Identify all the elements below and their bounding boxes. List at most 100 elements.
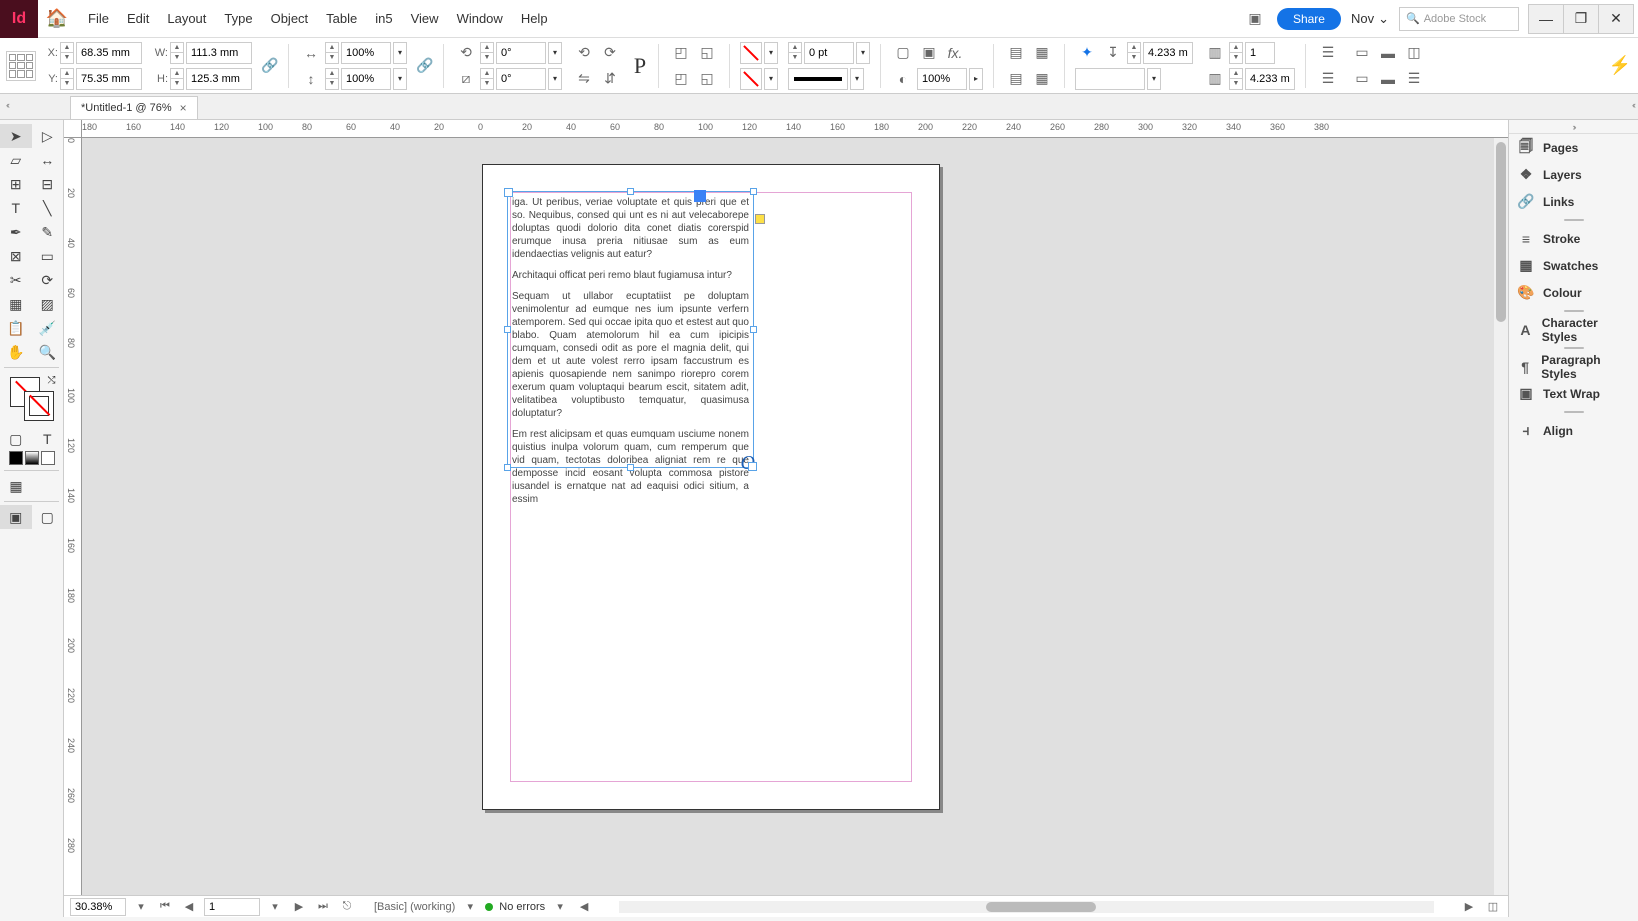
valign-top-icon[interactable]: ☰ [1316,41,1340,65]
first-page-icon[interactable]: ⏮ [156,900,174,913]
swap-fill-stroke-icon[interactable]: ⤭ [48,375,56,386]
vertical-ruler[interactable]: 020406080100120140160180200220240260280 [64,138,82,895]
collapse-left-icon[interactable]: ‹‹ [6,100,8,110]
text-frame[interactable]: iga. Ut peribus, veriae voluptate et qui… [507,191,754,468]
h-stepper[interactable]: ▲▼ [170,68,184,90]
columns-input[interactable] [1245,42,1275,64]
panel-text-wrap[interactable]: ▣Text Wrap [1509,380,1638,407]
y-input[interactable] [76,68,142,90]
frame-handle-tr[interactable] [750,188,757,195]
shear-input[interactable] [496,68,546,90]
rectangle-tool[interactable]: ▭ [32,244,64,268]
normal-view-icon[interactable]: ▣ [0,505,32,529]
flip-v-icon[interactable]: ⇵ [598,67,622,91]
pencil-tool[interactable]: ✎ [32,220,64,244]
rotate-ccw-icon[interactable]: ⟲ [572,41,596,65]
wrap-none-icon[interactable]: ▤ [1004,41,1028,65]
errors-dd-icon[interactable]: ▾ [551,900,569,913]
format-container-icon[interactable]: ▢ [0,427,32,451]
frame-handle-bl[interactable] [504,464,511,471]
split-view-icon[interactable]: ◫ [1484,900,1502,913]
open-nav-icon[interactable]: ⎋ [338,900,356,913]
auto-fit-icon[interactable]: ✦ [1075,41,1099,65]
menu-in5[interactable]: in5 [375,11,392,26]
frame-fit-a-icon[interactable]: ▭ [1350,41,1374,65]
frame-fit-f-icon[interactable]: ☰ [1402,67,1426,91]
page-dd-icon[interactable]: ▾ [266,900,284,913]
shear-stepper[interactable]: ▲▼ [480,68,494,90]
menu-layout[interactable]: Layout [167,11,206,26]
stroke-weight-input[interactable] [804,42,854,64]
stroke-proxy[interactable] [24,391,54,421]
apply-none-icon[interactable] [41,451,55,465]
constrain-wh-icon[interactable]: 🔗 [258,54,282,78]
menu-edit[interactable]: Edit [127,11,149,26]
overset-text-icon[interactable]: O [741,452,755,475]
paragraph-mode-icon[interactable]: P [628,54,652,78]
gutter-stepper[interactable]: ▲▼ [1229,68,1243,90]
free-transform-tool[interactable]: ⟳ [32,268,64,292]
vertical-scrollbar[interactable] [1494,138,1508,895]
page-number-input[interactable] [204,898,260,916]
prev-page-icon[interactable]: ◀ [180,900,198,913]
home-icon[interactable]: 🏠 [38,8,76,29]
fill-dd[interactable]: ▾ [764,42,778,64]
selection-tool[interactable]: ➤ [0,124,32,148]
wrap-offset-top-input[interactable] [1143,42,1193,64]
gutter-input[interactable] [1245,68,1295,90]
expand-dock-icon[interactable]: ›› [1509,120,1638,134]
gap-tool[interactable]: ↔ [32,148,64,172]
panel-links[interactable]: 🔗Links [1509,188,1638,215]
constrain-scale-icon[interactable]: 🔗 [413,54,437,78]
menu-window[interactable]: Window [457,11,503,26]
x-input[interactable] [76,42,142,64]
panel-paragraph-styles[interactable]: ¶Paragraph Styles [1509,353,1638,380]
quick-apply-icon[interactable]: ⚡ [1608,54,1632,78]
columns-stepper[interactable]: ▲▼ [1229,42,1243,64]
frame-fit-d-icon[interactable]: ▭ [1350,67,1374,91]
page-tool[interactable]: ▱ [0,148,32,172]
ruler-origin[interactable] [64,120,82,138]
note-tool[interactable]: 📋 [0,316,32,340]
content-collector-tool[interactable]: ⊞ [0,172,32,196]
format-text-icon[interactable]: T [32,427,64,451]
search-stock-input[interactable]: 🔍 Adobe Stock [1399,7,1519,31]
opacity-input[interactable] [917,68,967,90]
screen-mode-icon[interactable]: ▣ [1243,7,1267,31]
w-stepper[interactable]: ▲▼ [170,42,184,64]
frame-handle-bottom[interactable] [627,464,634,471]
align-left-obj-icon[interactable]: ▤ [1004,67,1028,91]
scroll-left-icon[interactable]: ◀ [575,900,593,913]
style-input[interactable] [1075,68,1145,90]
gradient-feather-tool[interactable]: ▨ [32,292,64,316]
opacity-dd[interactable]: ▸ [969,68,983,90]
wrap-bbox-icon[interactable]: ▦ [1030,41,1054,65]
preview-view-icon[interactable]: ▢ [32,505,64,529]
sw-weight-stepper[interactable]: ▲▼ [788,42,802,64]
frame-handle-top[interactable] [627,188,634,195]
workspace-dropdown[interactable]: Nov ⌄ [1351,11,1389,27]
drop-shadow-icon[interactable]: ▣ [917,41,941,65]
scaley-stepper[interactable]: ▲▼ [325,68,339,90]
scissors-tool[interactable]: ✂ [0,268,32,292]
scalex-stepper[interactable]: ▲▼ [325,42,339,64]
horizontal-ruler[interactable]: 1801601401201008060402002040608010012014… [82,120,1508,138]
rotate-dd[interactable]: ▾ [548,42,562,64]
in-port-icon[interactable] [694,190,706,202]
menu-view[interactable]: View [411,11,439,26]
scale-x-input[interactable] [341,42,391,64]
corner-options-icon[interactable]: ▢ [891,41,915,65]
minimize-button[interactable]: — [1528,4,1564,34]
wrap-top-stepper[interactable]: ▲▼ [1127,42,1141,64]
pen-tool[interactable]: ✒ [0,220,32,244]
y-stepper[interactable]: ▲▼ [60,68,74,90]
frame-handle-left[interactable] [504,326,511,333]
zoom-tool[interactable]: 🔍 [32,340,64,364]
zoom-dd-icon[interactable]: ▾ [132,900,150,913]
panel-pages[interactable]: 🗐Pages [1509,134,1638,161]
h-input[interactable] [186,68,252,90]
type-tool[interactable]: T [0,196,32,220]
scale-y-input[interactable] [341,68,391,90]
collapse-right-icon[interactable]: ‹‹ [1632,100,1634,110]
rectangle-frame-tool[interactable]: ⊠ [0,244,32,268]
